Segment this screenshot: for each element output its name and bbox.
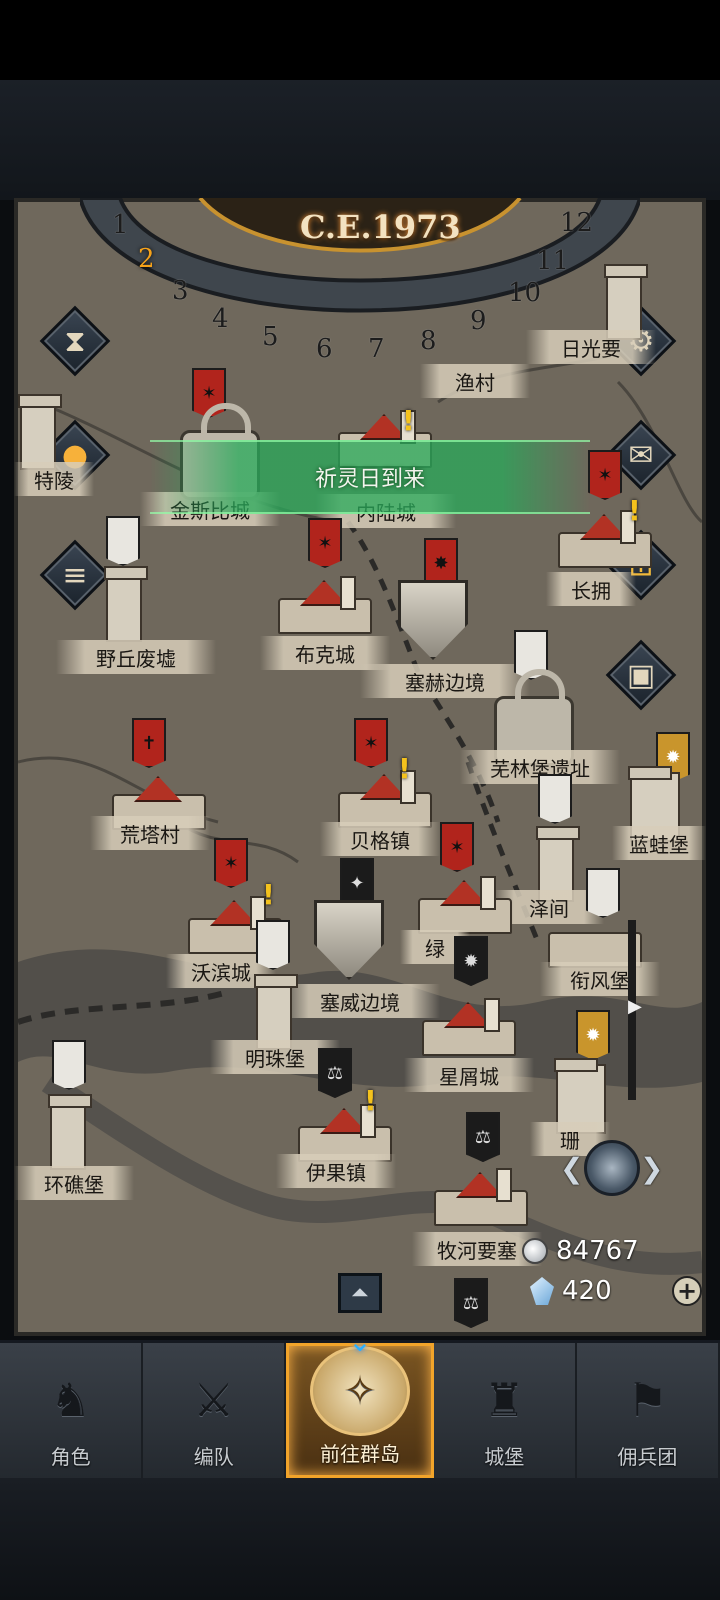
place-label: 日光要: [526, 330, 656, 364]
status-bar: [0, 0, 720, 80]
month-6[interactable]: 6: [316, 334, 333, 364]
faction-banner: ✝: [132, 718, 166, 768]
nav-label: 编队: [193, 1445, 234, 1469]
compass-icon[interactable]: [584, 1140, 640, 1196]
month-7[interactable]: 7: [368, 334, 385, 364]
alert-icon: !: [628, 494, 641, 527]
chevron-up-icon: ⏶: [351, 1280, 369, 1306]
scroll-icon: ≡: [62, 557, 88, 593]
month-11[interactable]: 11: [536, 246, 569, 276]
bottom-band: [0, 1478, 720, 1600]
faction-banner: ⚖: [318, 1048, 352, 1098]
faction-banner: ✶: [308, 518, 342, 568]
month-12[interactable]: 12: [560, 208, 593, 238]
faction-banner: [256, 920, 290, 970]
town-marker[interactable]: [414, 998, 524, 1058]
faction-banner: [52, 1040, 86, 1090]
bottom-nav: ♞ 角色 ⚔ 编队 ✧ 前往群岛 ♜ 城堡 ⚑ 佣兵团: [0, 1340, 720, 1478]
town-marker[interactable]: [550, 510, 660, 570]
faction-banner: ⚖: [466, 1112, 500, 1162]
arrow-left-icon[interactable]: ❮: [560, 1152, 583, 1185]
supplies-button[interactable]: ▣: [605, 639, 677, 711]
nav-formation[interactable]: ⚔ 编队: [143, 1343, 287, 1478]
nav-label: 佣兵团: [617, 1445, 678, 1469]
faction-banner: ✶: [588, 450, 622, 500]
alert-icon: !: [262, 878, 275, 911]
map-center-control[interactable]: ❮ ❯: [560, 1130, 663, 1210]
crystal-amount: 420: [562, 1276, 612, 1306]
alert-icon: !: [398, 752, 411, 785]
faction-banner: ⚖: [454, 1278, 488, 1328]
alert-icon: !: [364, 1084, 377, 1117]
place-label: 星屑城: [404, 1058, 534, 1092]
nav-castle[interactable]: ♜ 城堡: [434, 1343, 577, 1478]
nav-character[interactable]: ♞ 角色: [0, 1343, 144, 1478]
event-text: 祈灵日到来: [314, 467, 425, 492]
hourglass-icon: ⧗: [64, 323, 86, 359]
formation-icon: ⚔: [193, 1373, 235, 1427]
place-label: 塞赫边境: [360, 664, 530, 698]
nav-label: 城堡: [484, 1445, 525, 1469]
arrow-right-icon[interactable]: ❯: [640, 1152, 663, 1185]
place-label: 特陵: [14, 462, 94, 496]
place-label: 环礁堡: [14, 1166, 134, 1200]
nav-islands[interactable]: ✧ 前往群岛: [286, 1343, 434, 1478]
add-currency-button[interactable]: +: [672, 1276, 702, 1306]
faction-banner: ✶: [214, 838, 248, 888]
crystal-currency: 420: [530, 1276, 612, 1306]
place-label: 渔村: [420, 364, 530, 398]
silver-currency: 84767: [522, 1236, 639, 1266]
knight-icon: ♞: [49, 1373, 92, 1427]
place-label: 衔风堡: [540, 962, 660, 996]
town-marker[interactable]: [330, 770, 440, 830]
faction-banner: [538, 774, 572, 824]
place-label: 贝格镇: [320, 822, 440, 856]
place-label: 伊果镇: [276, 1154, 396, 1188]
month-10[interactable]: 10: [508, 278, 541, 308]
calendar-year: C.E.1973: [300, 208, 461, 246]
faction-banner: ✶: [440, 822, 474, 872]
town-marker[interactable]: [270, 576, 380, 636]
place-label: 荒塔村: [90, 816, 210, 850]
month-1[interactable]: 1: [112, 210, 129, 240]
month-4[interactable]: 4: [212, 304, 229, 334]
castle-icon: ♜: [483, 1373, 525, 1427]
scroll-button[interactable]: ≡: [39, 539, 111, 611]
castle-marker[interactable]: [18, 394, 62, 470]
crate-icon: ▣: [626, 657, 656, 693]
month-5[interactable]: 5: [262, 322, 279, 352]
nav-label: 角色: [50, 1445, 91, 1469]
place-label: 蓝蛙堡: [612, 826, 706, 860]
event-banner[interactable]: 祈灵日到来: [150, 440, 590, 514]
town-marker[interactable]: [426, 1168, 536, 1228]
month-8[interactable]: 8: [420, 326, 437, 356]
silver-coin-icon: [522, 1238, 548, 1264]
month-2-active[interactable]: 2: [138, 244, 155, 274]
place-label: 长拥: [546, 572, 636, 606]
faction-banner: ✹: [454, 936, 488, 986]
town-marker[interactable]: [410, 876, 520, 936]
faction-banner: ✹: [576, 1010, 610, 1060]
castle-marker[interactable]: [48, 1094, 92, 1170]
hourglass-button[interactable]: ⧗: [39, 305, 111, 377]
islands-icon: ✧: [310, 1346, 410, 1436]
header-band: [0, 80, 720, 200]
month-3[interactable]: 3: [172, 276, 189, 306]
flag-icon: ▶: [628, 996, 642, 1017]
silver-amount: 84767: [556, 1236, 639, 1266]
alert-icon: !: [402, 404, 415, 437]
castle-marker[interactable]: [104, 566, 148, 642]
chevron-down-icon: ⌄: [348, 1325, 372, 1358]
faction-banner: ✶: [354, 718, 388, 768]
crystal-icon: [530, 1277, 554, 1305]
nav-mercenary[interactable]: ⚑ 佣兵团: [577, 1343, 720, 1478]
place-label: 野丘废墟: [56, 640, 216, 674]
month-9[interactable]: 9: [470, 306, 487, 336]
mercenary-icon: ⚑: [626, 1373, 669, 1427]
faction-banner: [106, 516, 140, 566]
nav-label: 前往群岛: [320, 1442, 400, 1466]
collapse-button[interactable]: ⏶: [338, 1273, 382, 1313]
